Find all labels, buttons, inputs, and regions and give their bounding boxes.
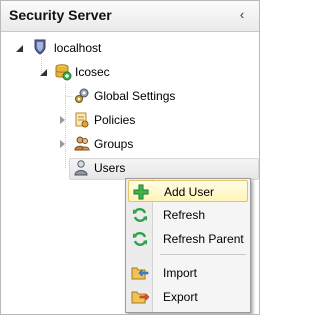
tree-label-users: Users [94,161,126,175]
export-folder-icon [131,291,149,304]
menu-label-import: Import [163,266,198,280]
menu-item-refresh-parent[interactable]: Refresh Parent [128,228,248,250]
menu-label-refresh: Refresh [163,208,206,222]
menu-item-import[interactable]: Import [128,262,248,284]
security-server-panel: Security Server ‹ localhost Icosec Globa… [0,0,260,315]
groups-icon [74,136,90,151]
tree-node-policies[interactable]: Policies [57,110,197,130]
tree-node-icosec[interactable]: Icosec [35,62,155,82]
policies-icon [75,112,89,128]
context-menu: Add User Refresh Refresh Parent Import E… [125,178,251,313]
tree-label-icosec: Icosec [75,65,110,79]
collapsed-arrow-icon[interactable] [60,140,65,148]
menu-label-refresh-parent: Refresh Parent [163,232,244,246]
users-icon [74,160,88,176]
menu-item-refresh[interactable]: Refresh [128,204,248,226]
tree-label-policies: Policies [94,113,136,127]
tree-label-global-settings: Global Settings [94,89,176,103]
tree-node-global-settings[interactable]: Global Settings [73,86,213,106]
menu-separator [160,254,246,255]
add-plus-icon [133,184,149,200]
collapsed-arrow-icon[interactable] [60,116,65,124]
refresh-icon [133,232,147,246]
expanded-arrow-icon[interactable] [16,45,23,52]
menu-item-export[interactable]: Export [128,286,248,308]
menu-label-add-user: Add User [164,185,215,199]
expanded-arrow-icon[interactable] [40,69,47,76]
tree-label-groups: Groups [94,137,134,151]
tree-node-localhost[interactable]: localhost [11,38,131,58]
tree-node-groups[interactable]: Groups [57,134,197,154]
menu-label-export: Export [163,290,198,304]
tree-node-users[interactable]: Users [73,158,213,178]
menu-item-add-user[interactable]: Add User [128,180,248,202]
tree-label-localhost: localhost [54,41,102,55]
import-folder-icon [131,267,149,280]
server-shield-icon [34,39,46,55]
database-icon [55,64,72,81]
refresh-icon [133,208,147,222]
gears-icon [75,88,89,103]
